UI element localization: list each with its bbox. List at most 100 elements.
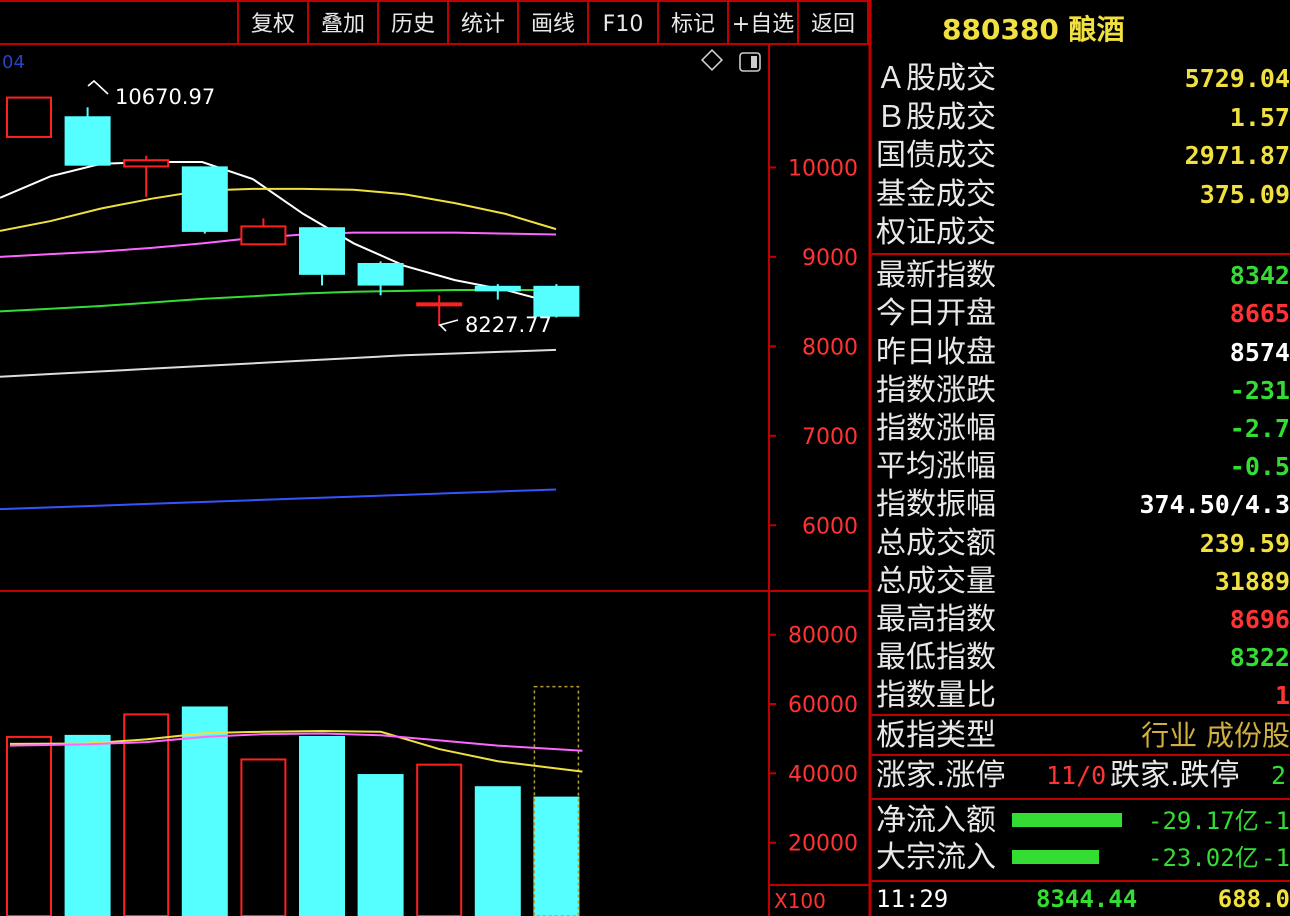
toolbar-button[interactable]: 画线 (531, 12, 575, 37)
tick-price: 8344.44 (1036, 885, 1138, 913)
quote-row-value: -0.5 (1229, 452, 1290, 481)
price-axis: 10000 9000 8000 7000 6000 (769, 156, 858, 844)
quote-row-value: 375.09 (1199, 180, 1290, 209)
candle-body[interactable] (123, 159, 170, 168)
candle-body[interactable] (416, 302, 463, 307)
flow-bar (1012, 850, 1099, 864)
ma-line (0, 348, 557, 378)
quote-row: 指数量比 1 (872, 677, 1290, 715)
high-marker (87, 79, 109, 95)
quote-row-label: 国债成交 (876, 138, 996, 173)
flow-row: 大宗流入 -23.02亿 -1 (872, 839, 1290, 877)
volume-bar[interactable] (123, 713, 170, 916)
flow-value: -23.02亿 (1148, 844, 1259, 872)
candle-body[interactable] (474, 285, 521, 292)
candle-body[interactable] (533, 285, 580, 317)
breadth-row: 涨家.涨停 11/0 跌家.跌停 2 (872, 756, 1290, 796)
quote-row-value: 2971.87 (1184, 141, 1290, 170)
low-marker (438, 319, 459, 332)
quote-row-value: 374.50/4.3 (1139, 490, 1290, 519)
quote-row-value: 8696 (1229, 605, 1290, 634)
toolbar-button[interactable]: 标记 (671, 12, 715, 37)
toolbar-button[interactable]: 返回 (811, 12, 855, 37)
quote-row-label: 总成交量 (876, 564, 996, 599)
toolbar-button[interactable]: 叠加 (321, 12, 365, 37)
low-value-label: 8227.77 (465, 313, 552, 337)
quote-row: 最高指数 8696 (872, 601, 1290, 639)
tick-volume: 688.0 (1217, 885, 1290, 913)
flow-row: 净流入额 -29.17亿 -1 (872, 802, 1290, 840)
volume-bar[interactable] (240, 758, 287, 916)
toolbar: 复权 叠加 历史 统计 画线 F10 标记 +自选 返回 (237, 1, 869, 44)
quote-row: 最新指数 8342 (872, 257, 1290, 295)
quote-row-value: 8574 (1229, 338, 1290, 367)
volume-tick-label: 80000 (788, 624, 858, 649)
quote-row-value: 1.57 (1229, 103, 1290, 132)
toolbar-button[interactable]: 历史 (391, 12, 435, 37)
quote-row-label: 指数量比 (876, 678, 996, 713)
candle-body[interactable] (6, 96, 52, 138)
quote-row-value: 行业 成份股 (1141, 719, 1290, 752)
ma-line (0, 187, 557, 232)
toolbar-button[interactable]: +自选 (732, 12, 794, 37)
quote-row-label: 总成交额 (876, 526, 996, 561)
quote-row: Ａ股成交 5729.04 (872, 60, 1290, 98)
index-title: 880380 酿酒 (942, 13, 1125, 46)
quote-row: 国债成交 2971.87 (872, 137, 1290, 175)
quote-row: Ｂ股成交 1.57 (872, 99, 1290, 137)
diamond-icon[interactable] (700, 48, 724, 72)
quote-row-label: 指数振幅 (876, 487, 996, 522)
quote-row-label: Ａ股成交 (876, 61, 996, 96)
quote-row-label: 板指类型 (876, 718, 996, 753)
candle-body[interactable] (181, 166, 228, 232)
volume-bars (6, 685, 580, 916)
quote-row-value: 239.59 (1199, 529, 1290, 558)
volume-bar[interactable] (533, 796, 580, 916)
ma-line (0, 488, 557, 511)
quote-row-label: 最高指数 (876, 602, 996, 637)
quote-row-value: -2.7 (1229, 414, 1290, 443)
volume-bar[interactable] (474, 786, 521, 916)
volume-bar[interactable] (64, 734, 111, 916)
volume-bar[interactable] (6, 735, 52, 916)
quote-row: 总成交量 31889 (872, 563, 1290, 601)
flow-bar (1012, 813, 1122, 827)
toolbar-button[interactable]: 统计 (461, 12, 505, 37)
toolbar-button[interactable]: 复权 (251, 12, 295, 37)
ma-line (0, 288, 556, 313)
price-tick-label: 9000 (802, 246, 858, 271)
quote-row: 指数涨幅 -2.7 (872, 410, 1290, 448)
quote-row: 平均涨幅 -0.5 (872, 448, 1290, 486)
flow-label: 净流入额 (876, 803, 996, 838)
tick-row: 11:29 8344.44 688.0 (872, 883, 1290, 916)
candle-body[interactable] (240, 225, 287, 246)
quote-row: 最低指数 8322 (872, 639, 1290, 677)
quote-row-label: Ｂ股成交 (876, 100, 996, 135)
toolbar-button[interactable]: F10 (603, 12, 644, 37)
advancers-label: 涨家.涨停 (876, 758, 1006, 793)
panel-toggle-icon-fill (751, 56, 757, 68)
volume-bar[interactable] (299, 735, 345, 916)
flow-extra: -1 (1261, 807, 1290, 835)
volume-tick-label: 20000 (788, 832, 858, 857)
quote-row-label: 昨日收盘 (876, 335, 996, 370)
candle-body[interactable] (357, 263, 404, 286)
quote-row: 指数涨跌 -231 (872, 372, 1290, 410)
quote-row: 昨日收盘 8574 (872, 334, 1290, 372)
candle-body[interactable] (64, 116, 111, 166)
quote-row: 总成交额 239.59 (872, 525, 1290, 563)
quote-row-value: -231 (1229, 376, 1290, 405)
decliners-label: 跌家.跌停 (1110, 758, 1240, 793)
quote-row: 基金成交 375.09 (872, 176, 1290, 214)
quote-row-value: 8322 (1229, 643, 1290, 672)
volume-bar[interactable] (416, 763, 463, 916)
volume-unit-label: X100 (774, 889, 826, 913)
volume-bar[interactable] (357, 774, 404, 916)
candle-body[interactable] (299, 227, 345, 275)
quote-row: 今日开盘 8665 (872, 295, 1290, 333)
quote-row: 指数振幅 374.50/4.3 (872, 486, 1290, 524)
quote-row: 权证成交 (872, 214, 1290, 252)
volume-axis: 80000 60000 40000 20000 (788, 624, 858, 857)
flow-value: -29.17亿 (1148, 807, 1259, 835)
quote-row-label: 最新指数 (876, 258, 996, 293)
